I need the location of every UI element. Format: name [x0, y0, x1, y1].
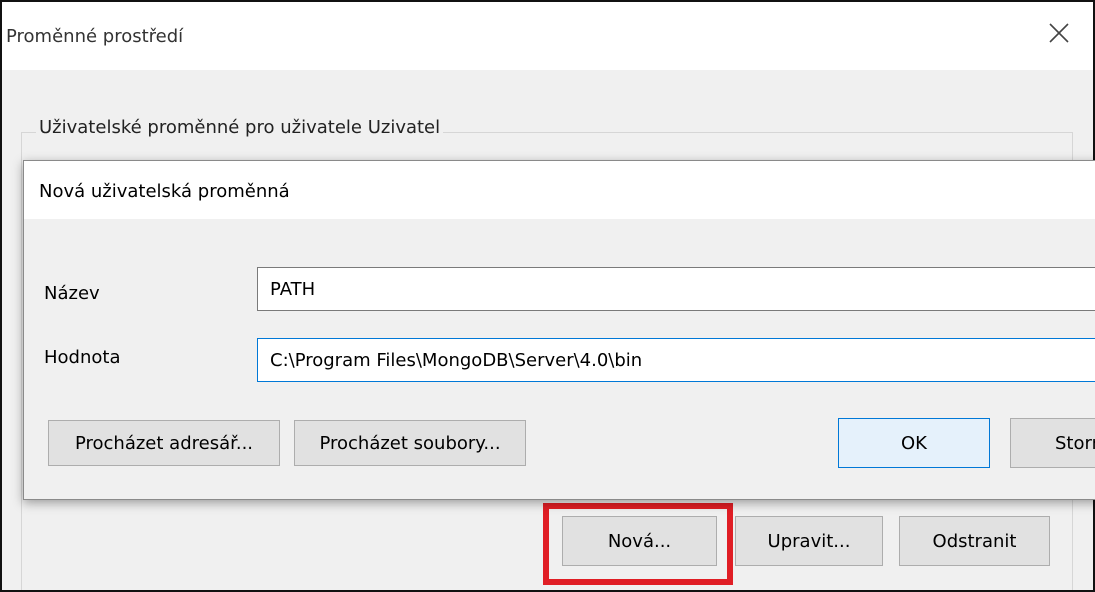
window-titlebar: Proměnné prostředí: [2, 2, 1093, 70]
variable-value-input[interactable]: [257, 338, 1095, 382]
cancel-button[interactable]: Storno: [1010, 418, 1095, 468]
variable-name-input[interactable]: [257, 267, 1095, 311]
variable-value-label: Hodnota: [44, 347, 121, 368]
delete-variable-button[interactable]: Odstranit: [899, 516, 1050, 566]
browse-directory-button[interactable]: Procházet adresář...: [48, 420, 280, 466]
new-user-variable-dialog: Nová uživatelská proměnná Název Hodnota …: [23, 160, 1095, 500]
close-icon[interactable]: [1045, 19, 1073, 47]
edit-variable-button[interactable]: Upravit...: [735, 516, 883, 566]
browse-files-button[interactable]: Procházet soubory...: [294, 420, 526, 466]
window-title: Proměnné prostředí: [6, 26, 184, 47]
dialog-title: Nová uživatelská proměnná: [39, 181, 290, 202]
variable-name-label: Název: [44, 283, 100, 304]
new-variable-button[interactable]: Nová...: [562, 516, 717, 566]
dialog-titlebar: Nová uživatelská proměnná: [24, 161, 1095, 219]
ok-button[interactable]: OK: [838, 418, 990, 468]
user-variables-group-label: Uživatelské proměnné pro uživatele Uziva…: [36, 117, 444, 138]
